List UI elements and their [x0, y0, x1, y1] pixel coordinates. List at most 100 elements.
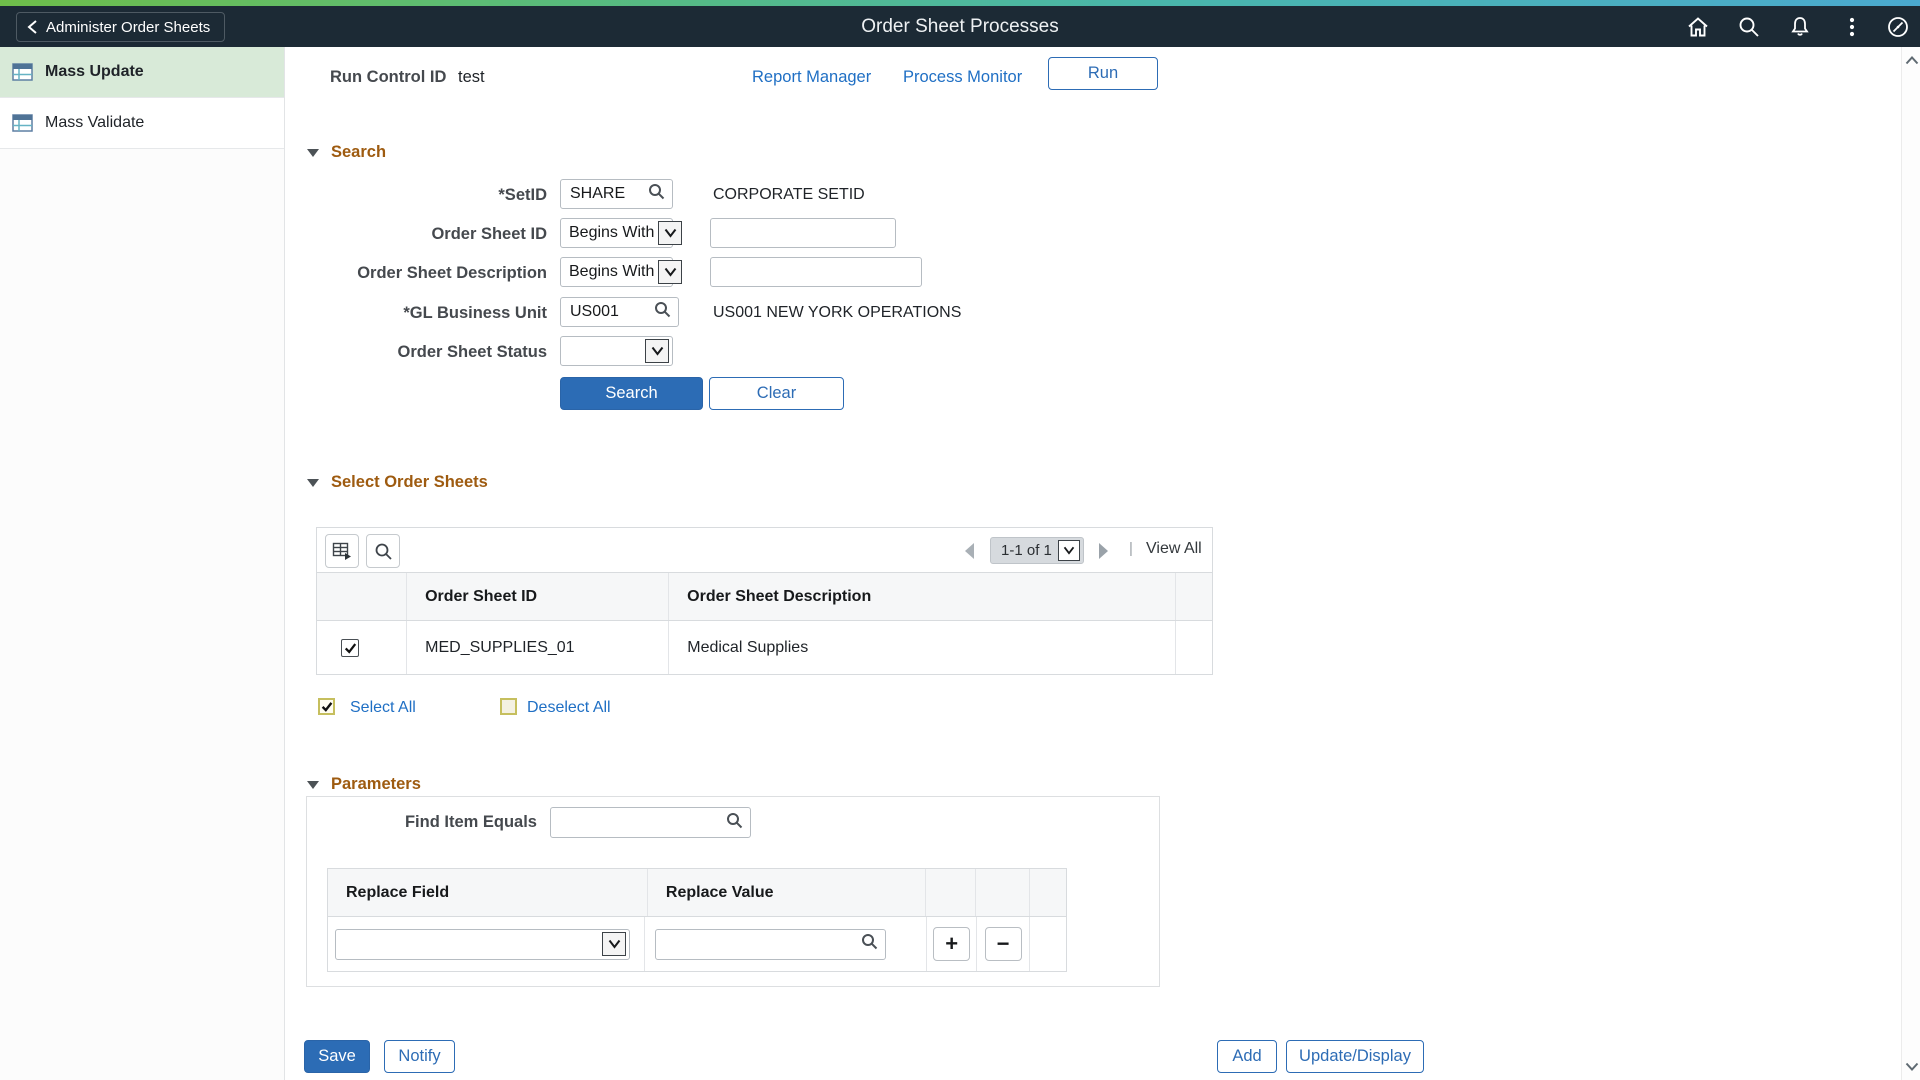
search-icon[interactable] — [1737, 15, 1761, 39]
order-sheet-description-label: Order Sheet Description — [357, 264, 547, 282]
search-section-header[interactable]: Search — [307, 143, 386, 162]
deselect-all-link[interactable]: Deselect All — [527, 699, 611, 717]
order-sheets-grid: 1-1 of 1 | View All Order Sheet ID Order… — [316, 527, 1213, 675]
order-sheet-id-input[interactable] — [711, 219, 895, 247]
replace-table: Replace Field Replace Value + − — [327, 868, 1067, 972]
replace-value-lookup-field[interactable] — [655, 928, 887, 960]
pagination-chevron-icon[interactable] — [1057, 540, 1080, 561]
order-sheet-status-label: Order Sheet Status — [397, 343, 547, 361]
select-order-sheets-section-header[interactable]: Select Order Sheets — [307, 473, 488, 492]
replace-table-header-row: Replace Field Replace Value — [328, 869, 1066, 917]
lookup-magnifier-icon[interactable] — [726, 812, 743, 834]
row-order-sheet-id: MED_SUPPLIES_01 — [407, 621, 670, 674]
collapse-arrow-icon — [307, 780, 319, 789]
gl-business-unit-lookup-field[interactable] — [560, 297, 679, 327]
run-button[interactable]: Run — [1048, 57, 1158, 90]
view-all-link[interactable]: View All — [1146, 540, 1202, 558]
setid-input[interactable] — [561, 180, 648, 208]
setid-description: CORPORATE SETID — [713, 186, 865, 203]
add-button[interactable]: Add — [1217, 1040, 1277, 1073]
clear-button[interactable]: Clear — [709, 377, 844, 410]
remove-row-cell: − — [977, 917, 1030, 971]
select-chevron-icon — [658, 260, 683, 284]
setid-label: *SetID — [498, 186, 547, 204]
vertical-scrollbar[interactable] — [1901, 47, 1920, 1080]
column-header-replace-field: Replace Field — [328, 869, 648, 916]
remove-column-header — [976, 869, 1030, 916]
next-page-icon[interactable] — [1099, 543, 1108, 559]
order-sheet-description-input[interactable] — [711, 258, 921, 286]
gl-business-unit-input[interactable] — [561, 298, 654, 326]
order-sheet-description-operator-select[interactable]: Begins With — [560, 257, 683, 287]
page-title: Order Sheet Processes — [861, 15, 1059, 37]
scroll-down-icon[interactable] — [1903, 1058, 1920, 1075]
order-sheet-id-field[interactable] — [710, 218, 896, 248]
grid-find-button[interactable] — [366, 534, 400, 568]
collapse-arrow-icon — [307, 478, 319, 487]
process-monitor-link[interactable]: Process Monitor — [903, 68, 1022, 87]
grid-toolbar: 1-1 of 1 | View All — [317, 528, 1212, 573]
notify-button[interactable]: Notify — [384, 1040, 455, 1073]
save-button[interactable]: Save — [304, 1040, 370, 1073]
replace-value-cell — [645, 917, 928, 971]
lookup-magnifier-icon[interactable] — [861, 933, 878, 955]
deselect-all-checkbox-icon[interactable] — [500, 698, 517, 715]
notifications-icon[interactable] — [1788, 15, 1812, 39]
previous-page-icon[interactable] — [965, 543, 974, 559]
row-select-cell — [317, 621, 408, 674]
add-row-cell: + — [927, 917, 978, 971]
replace-field-cell — [328, 917, 646, 971]
update-display-button[interactable]: Update/Display — [1286, 1040, 1424, 1073]
find-item-lookup-field[interactable] — [550, 807, 751, 838]
row-order-sheet-description: Medical Supplies — [669, 621, 1176, 674]
lookup-magnifier-icon[interactable] — [648, 183, 665, 205]
navbar-compass-icon[interactable] — [1886, 15, 1910, 39]
remove-row-button[interactable]: − — [984, 927, 1022, 961]
add-column-header — [926, 869, 977, 916]
pagination-range: 1-1 of 1 — [1001, 542, 1052, 559]
row-spacer-cell — [1030, 917, 1066, 971]
search-button[interactable]: Search — [560, 377, 703, 410]
spacer-column-header — [1030, 869, 1066, 916]
order-sheet-status-select[interactable] — [560, 336, 673, 366]
find-magnifier-icon — [374, 542, 393, 561]
column-header-order-sheet-description: Order Sheet Description — [669, 573, 1176, 620]
order-sheet-description-field[interactable] — [710, 257, 922, 287]
row-spacer-cell — [1176, 621, 1212, 674]
pagination-separator: | — [1129, 540, 1133, 557]
table-row: + − — [328, 917, 1066, 971]
row-checkbox[interactable] — [341, 638, 359, 657]
scroll-up-icon[interactable] — [1903, 52, 1920, 69]
back-button[interactable]: Administer Order Sheets — [16, 12, 226, 42]
run-control-id-label: Run Control ID — [330, 68, 447, 86]
home-icon[interactable] — [1686, 15, 1710, 39]
gl-business-unit-label: *GL Business Unit — [403, 304, 547, 322]
more-actions-icon[interactable] — [1840, 15, 1864, 39]
operator-value: Begins With — [569, 224, 655, 241]
grid-header-row: Order Sheet ID Order Sheet Description — [317, 573, 1212, 621]
report-manager-link[interactable]: Report Manager — [752, 68, 871, 87]
grid-actions-button[interactable] — [325, 534, 359, 568]
collapse-arrow-icon — [307, 148, 319, 157]
select-all-checkbox-icon[interactable] — [318, 698, 335, 715]
parameters-section-header[interactable]: Parameters — [307, 775, 421, 794]
add-row-button[interactable]: + — [933, 927, 971, 961]
replace-value-input[interactable] — [656, 929, 862, 959]
select-all-link[interactable]: Select All — [350, 699, 416, 717]
find-item-input[interactable] — [551, 808, 726, 837]
select-chevron-icon — [602, 932, 627, 956]
run-control-id-value: test — [458, 68, 485, 86]
sidebar-item-mass-validate[interactable]: Mass Validate — [0, 98, 284, 149]
sidebar-item-label: Mass Update — [45, 63, 144, 80]
replace-field-select[interactable] — [335, 928, 631, 960]
sidebar-item-label: Mass Validate — [45, 114, 145, 131]
select-column-header — [317, 573, 408, 620]
order-sheet-id-operator-select[interactable]: Begins With — [560, 218, 683, 248]
operator-value: Begins With — [569, 263, 655, 280]
setid-lookup-field[interactable] — [560, 179, 673, 209]
column-header-order-sheet-id: Order Sheet ID — [407, 573, 670, 620]
sidebar-item-mass-update[interactable]: Mass Update — [0, 47, 284, 98]
spacer-column-header — [1176, 573, 1212, 620]
pagination-range-control[interactable]: 1-1 of 1 — [990, 537, 1084, 564]
lookup-magnifier-icon[interactable] — [654, 301, 671, 323]
